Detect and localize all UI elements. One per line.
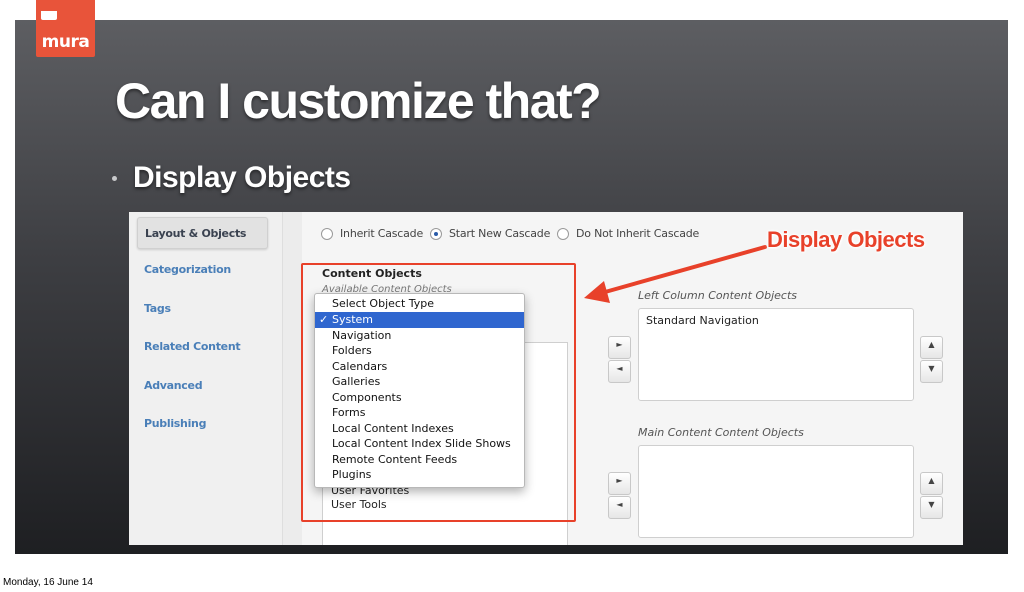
move-up-main-button[interactable]: ▲ (920, 472, 943, 495)
left-column-objects-list[interactable]: Standard Navigation (638, 308, 914, 401)
sidebar-item-layout-objects[interactable]: Layout & Objects (137, 217, 268, 249)
left-column-label: Left Column Content Objects (638, 289, 798, 302)
sidebar-item-categorization[interactable]: Categorization (144, 263, 231, 276)
main-column-objects-list[interactable] (638, 445, 914, 538)
highlight-box (301, 263, 576, 522)
sidebar-item-publishing[interactable]: Publishing (144, 417, 206, 430)
radio-start-new-cascade[interactable] (430, 228, 442, 240)
arrow-left-icon: ◄ (616, 500, 623, 509)
arrow-left-icon: ◄ (616, 364, 623, 373)
remove-from-left-column-button[interactable]: ◄ (608, 360, 631, 383)
radio-do-not-inherit-cascade[interactable] (557, 228, 569, 240)
arrow-right-icon: ► (616, 340, 623, 349)
list-item[interactable]: Standard Navigation (646, 314, 759, 327)
sidebar-item-label: Layout & Objects (145, 227, 247, 240)
footer-date: Monday, 16 June 14 (3, 577, 93, 588)
arrow-up-icon: ▲ (928, 340, 935, 349)
sidebar-item-tags[interactable]: Tags (144, 302, 171, 315)
arrow-down-icon: ▼ (928, 364, 935, 373)
bullet-dot-icon (112, 176, 117, 181)
cms-screenshot: Layout & Objects Categorization Tags Rel… (129, 212, 963, 545)
remove-from-main-column-button[interactable]: ◄ (608, 496, 631, 519)
radio-inherit-cascade[interactable] (321, 228, 333, 240)
move-up-left-button[interactable]: ▲ (920, 336, 943, 359)
move-down-main-button[interactable]: ▼ (920, 496, 943, 519)
radio-label: Inherit Cascade (340, 227, 424, 240)
radio-label: Do Not Inherit Cascade (576, 227, 700, 240)
sidebar-item-advanced[interactable]: Advanced (144, 379, 203, 392)
arrow-down-icon: ▼ (928, 500, 935, 509)
slide-title: Can I customize that? (115, 73, 602, 129)
sidebar: Layout & Objects Categorization Tags Rel… (129, 212, 283, 545)
sidebar-item-related-content[interactable]: Related Content (144, 340, 241, 353)
arrow-up-icon: ▲ (928, 476, 935, 485)
add-to-left-column-button[interactable]: ► (608, 336, 631, 359)
arrow-right-icon: ► (616, 476, 623, 485)
radio-label: Start New Cascade (449, 227, 551, 240)
slide-bullet: Display Objects (133, 161, 351, 194)
display-objects-callout: Display Objects (767, 227, 925, 252)
add-to-main-column-button[interactable]: ► (608, 472, 631, 495)
main-column-label: Main Content Content Objects (638, 426, 804, 439)
move-down-left-button[interactable]: ▼ (920, 360, 943, 383)
mura-logo: mura (36, 0, 95, 57)
